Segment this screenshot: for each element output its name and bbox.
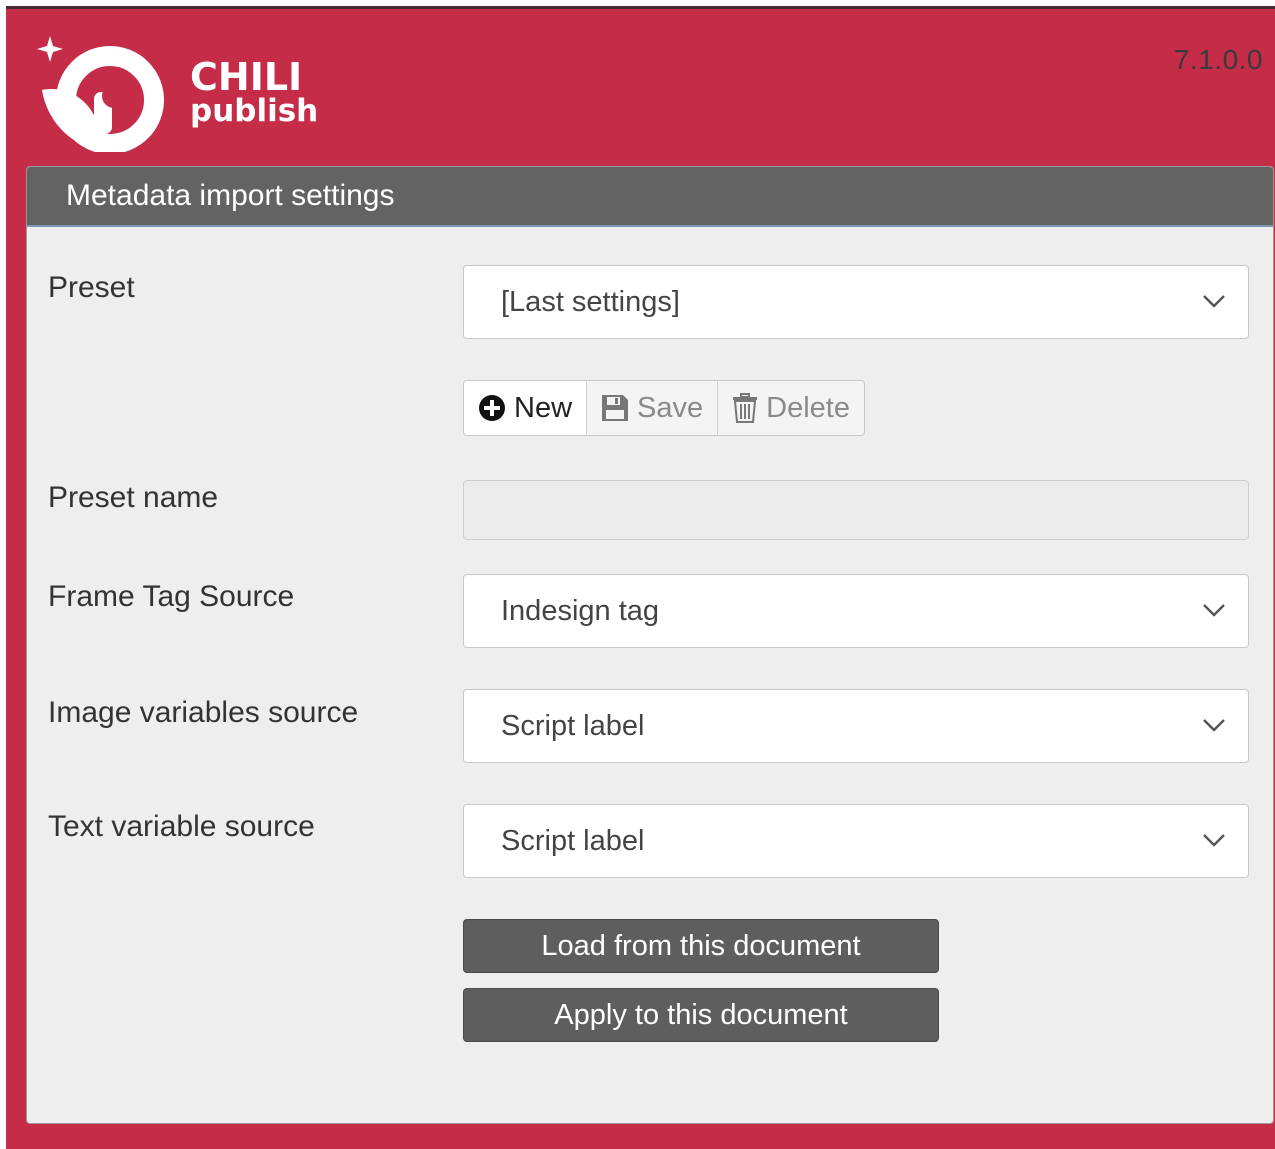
new-preset-label: New xyxy=(514,391,573,424)
image-variables-source-value: Script label xyxy=(501,710,645,742)
save-icon xyxy=(602,395,629,421)
trash-icon xyxy=(733,393,758,423)
brand-wordmark: CHILI publish xyxy=(190,58,318,127)
save-preset-button[interactable]: Save xyxy=(587,381,719,435)
preset-select[interactable]: [Last settings] xyxy=(463,265,1249,339)
metadata-import-panel: Metadata import settings Preset [Last se… xyxy=(26,166,1274,1124)
preset-actions: New Save Delete xyxy=(463,380,865,436)
text-variable-source-select[interactable]: Script label xyxy=(463,804,1249,878)
chevron-down-icon xyxy=(1203,834,1225,847)
top-border xyxy=(6,6,1275,9)
chevron-down-icon xyxy=(1203,719,1225,732)
frame-tag-source-label: Frame Tag Source xyxy=(48,580,295,613)
new-preset-button[interactable]: New xyxy=(464,381,588,435)
delete-preset-button[interactable]: Delete xyxy=(718,381,864,435)
brand-line-2: publish xyxy=(190,93,319,129)
chili-publish-logo-icon xyxy=(37,36,164,152)
apply-to-document-button[interactable]: Apply to this document xyxy=(463,988,939,1042)
delete-preset-label: Delete xyxy=(766,391,850,424)
save-preset-label: Save xyxy=(637,391,704,424)
frame-tag-source-value: Indesign tag xyxy=(501,595,660,627)
preset-label: Preset xyxy=(48,271,135,304)
image-variables-source-select[interactable]: Script label xyxy=(463,689,1249,763)
frame-tag-source-select[interactable]: Indesign tag xyxy=(463,574,1249,648)
load-from-document-button[interactable]: Load from this document xyxy=(463,919,939,973)
brand-line-1: CHILI xyxy=(190,55,303,99)
preset-select-value: [Last settings] xyxy=(501,286,680,318)
chevron-down-icon xyxy=(1203,295,1225,308)
app-frame: CHILI publish 7.1.0.0 Metadata import se… xyxy=(6,6,1275,1149)
version-label: 7.1.0.0 xyxy=(1173,44,1263,75)
preset-name-label: Preset name xyxy=(48,481,219,514)
text-variable-source-label: Text variable source xyxy=(48,810,315,843)
image-variables-source-label: Image variables source xyxy=(48,696,359,729)
chevron-down-icon xyxy=(1203,604,1225,617)
panel-title: Metadata import settings xyxy=(27,167,1273,227)
text-variable-source-value: Script label xyxy=(501,825,645,857)
plus-circle-icon xyxy=(479,395,505,421)
preset-name-input[interactable] xyxy=(463,480,1249,540)
